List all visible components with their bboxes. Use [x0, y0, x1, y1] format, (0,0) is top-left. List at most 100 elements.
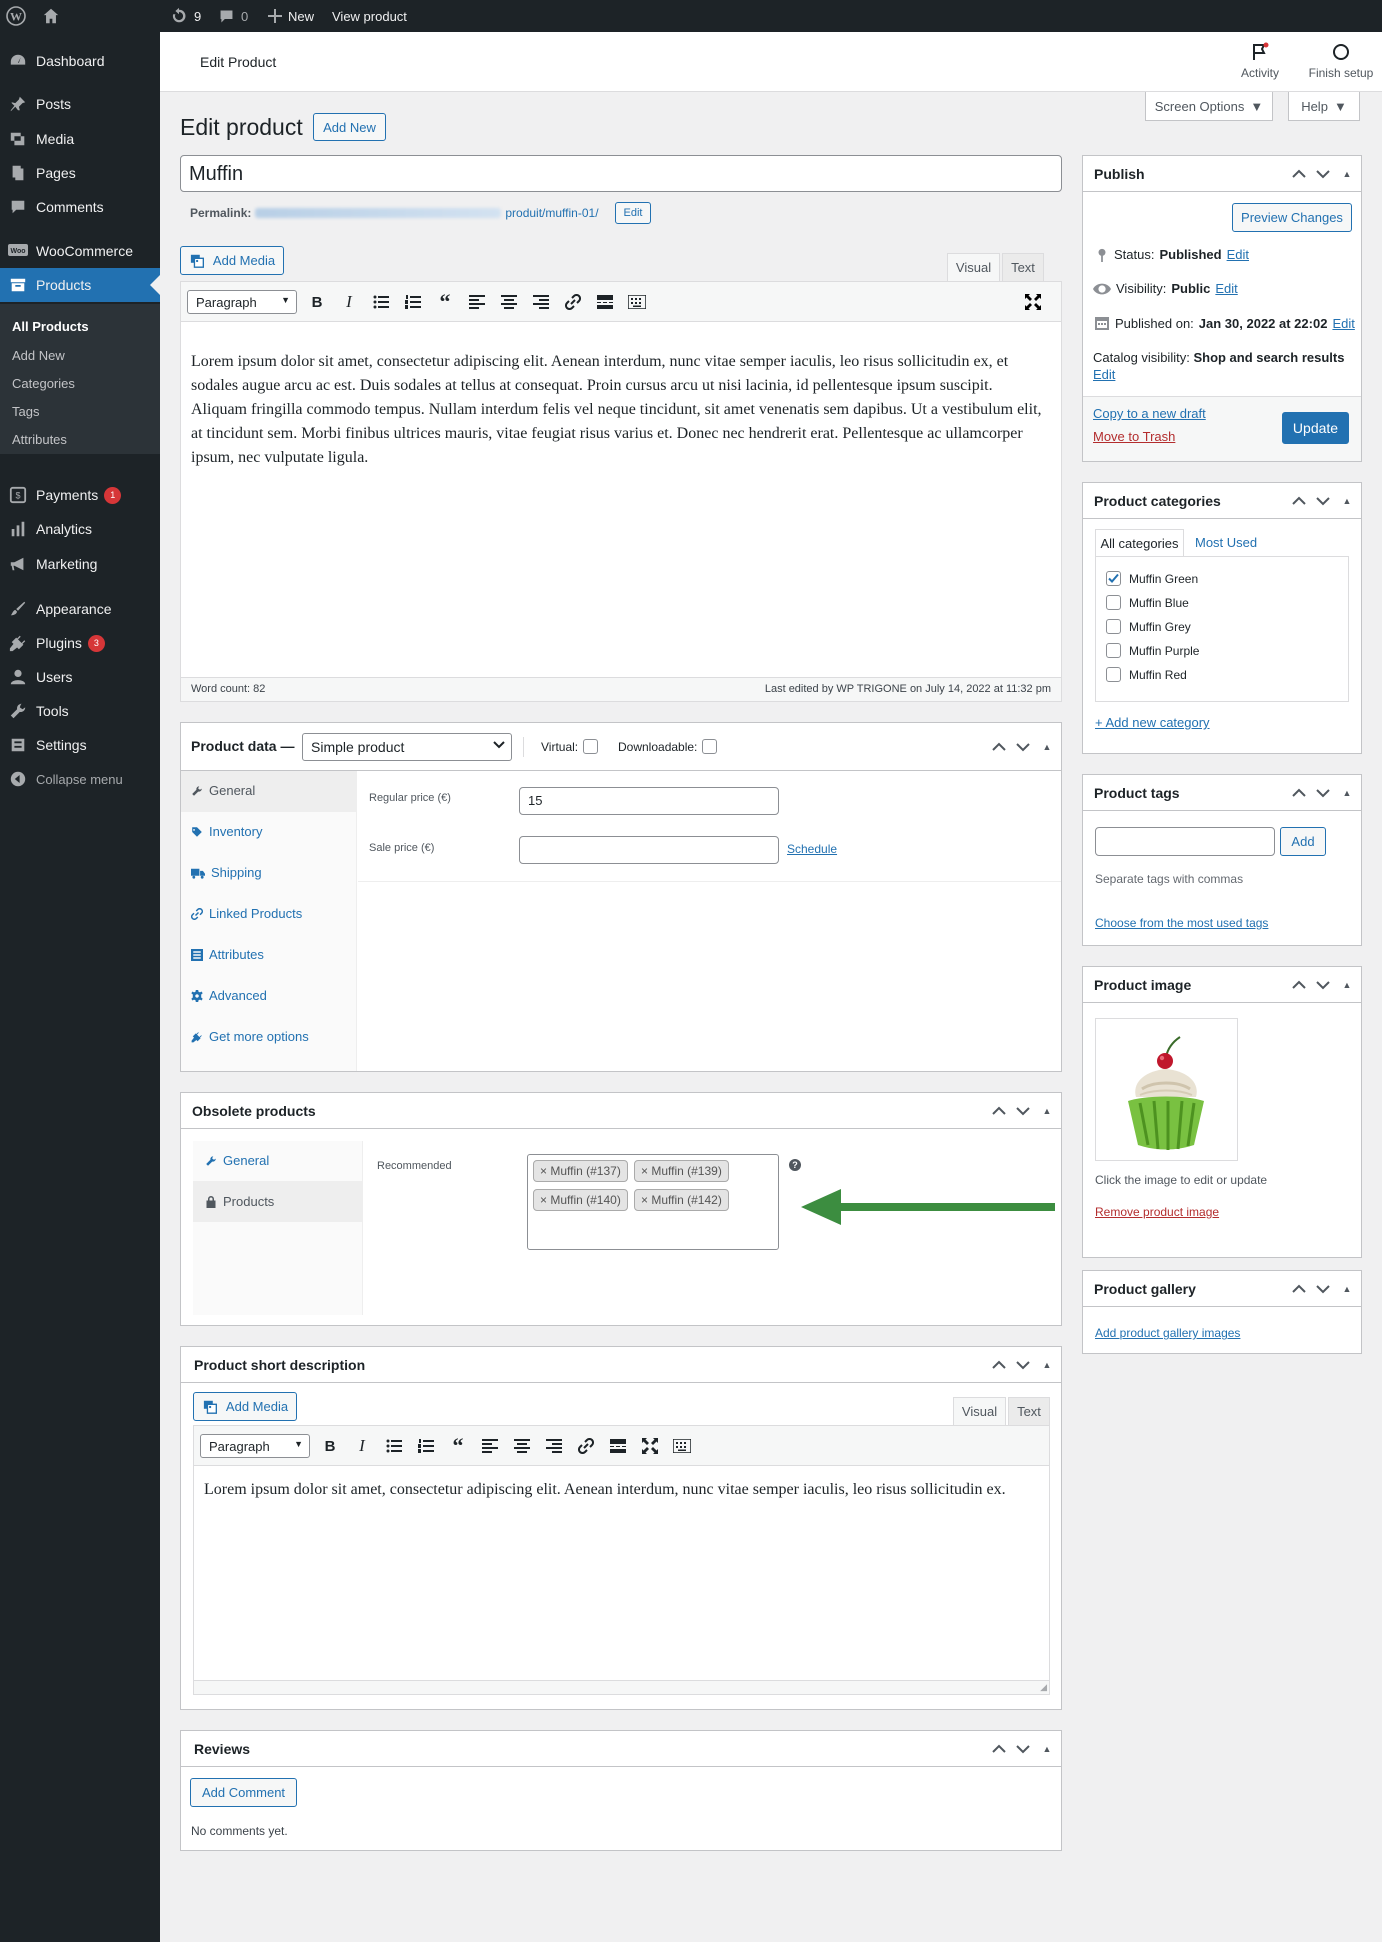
numbered-list-icon[interactable] [397, 295, 429, 309]
menu-marketing[interactable]: Marketing [0, 547, 160, 581]
bold-icon[interactable]: B [314, 1438, 346, 1455]
menu-comments[interactable]: Comments [0, 190, 160, 224]
blockquote-icon[interactable]: “ [442, 1433, 474, 1459]
add-new-category-link[interactable]: + Add new category [1095, 715, 1210, 730]
category-checkbox[interactable] [1106, 643, 1121, 658]
move-down-icon[interactable] [1315, 1284, 1331, 1294]
help-tip-icon[interactable]: ? [789, 1159, 801, 1171]
move-down-icon[interactable] [1015, 1744, 1031, 1754]
tab-shipping[interactable]: Shipping [191, 865, 262, 880]
permalink-edit-button[interactable]: Edit [615, 202, 651, 224]
update-button[interactable]: Update [1282, 412, 1349, 444]
help-button[interactable]: Help ▼ [1288, 92, 1360, 121]
selected-product-tag[interactable]: × Muffin (#142) [634, 1189, 729, 1211]
italic-icon[interactable]: I [346, 1436, 378, 1456]
menu-pages[interactable]: Pages [0, 156, 160, 190]
tab-inventory[interactable]: Inventory [191, 824, 262, 839]
edit-status-link[interactable]: Edit [1227, 247, 1249, 262]
collapse-toggle-icon[interactable]: ▲ [1039, 742, 1055, 752]
edit-catalog-link[interactable]: Edit [1093, 367, 1115, 382]
submenu-categories[interactable]: Categories [12, 376, 75, 391]
menu-payments[interactable]: $ Payments 1 [0, 478, 160, 512]
menu-analytics[interactable]: Analytics [0, 512, 160, 546]
activity-button[interactable]: Activity [1225, 42, 1295, 80]
collapse-toggle-icon[interactable]: ▲ [1339, 496, 1355, 506]
read-more-icon[interactable] [602, 1439, 634, 1453]
add-gallery-images-link[interactable]: Add product gallery images [1095, 1326, 1240, 1340]
copy-to-draft-link[interactable]: Copy to a new draft [1093, 406, 1206, 421]
move-down-icon[interactable] [1315, 788, 1331, 798]
collapse-toggle-icon[interactable]: ▲ [1339, 1284, 1355, 1294]
submenu-add-new[interactable]: Add New [12, 348, 65, 363]
new-link[interactable]: New [268, 0, 314, 32]
move-up-icon[interactable] [1291, 169, 1307, 179]
product-title-input[interactable]: Muffin [180, 155, 1062, 192]
tab-visual[interactable]: Visual [947, 253, 1000, 281]
category-checkbox[interactable] [1106, 595, 1121, 610]
menu-users[interactable]: Users [0, 660, 160, 694]
downloadable-checkbox[interactable] [702, 739, 717, 754]
selected-product-tag[interactable]: × Muffin (#137) [533, 1160, 628, 1182]
resize-handle-icon[interactable]: ◢ [1040, 1682, 1047, 1693]
comments-link[interactable]: 0 [218, 0, 248, 32]
tab-text[interactable]: Text [1002, 253, 1044, 281]
tab-attributes[interactable]: Attributes [191, 947, 264, 962]
collapse-toggle-icon[interactable]: ▲ [1039, 1360, 1055, 1370]
move-up-icon[interactable] [1291, 1284, 1307, 1294]
tag-input[interactable] [1095, 827, 1275, 856]
menu-settings[interactable]: Settings [0, 728, 160, 762]
submenu-tags[interactable]: Tags [12, 404, 39, 419]
regular-price-input[interactable]: 15 [519, 787, 779, 815]
collapse-toggle-icon[interactable]: ▲ [1039, 1744, 1055, 1754]
edit-date-link[interactable]: Edit [1332, 316, 1354, 331]
move-up-icon[interactable] [991, 742, 1007, 752]
permalink-slug-link[interactable]: produit/muffin-01/ [505, 206, 598, 220]
collapse-toggle-icon[interactable]: ▲ [1339, 169, 1355, 179]
keyboard-icon[interactable] [621, 295, 653, 309]
add-new-button[interactable]: Add New [313, 113, 386, 141]
menu-media[interactable]: Media [0, 122, 160, 156]
schedule-link[interactable]: Schedule [787, 842, 837, 856]
add-comment-button[interactable]: Add Comment [190, 1778, 297, 1807]
updates-link[interactable]: 9 [170, 0, 201, 32]
align-left-icon[interactable] [461, 295, 493, 309]
edit-visibility-link[interactable]: Edit [1215, 281, 1237, 296]
move-to-trash-link[interactable]: Move to Trash [1093, 429, 1175, 444]
category-checkbox-checked[interactable] [1106, 571, 1121, 586]
add-media-button[interactable]: Add Media [180, 246, 284, 275]
bold-icon[interactable]: B [301, 294, 333, 311]
wordpress-logo-icon[interactable]: W [6, 0, 26, 32]
category-checkbox[interactable] [1106, 619, 1121, 634]
menu-plugins[interactable]: Plugins 3 [0, 626, 160, 660]
bullet-list-icon[interactable] [365, 295, 397, 309]
link-icon[interactable] [570, 1438, 602, 1454]
move-down-icon[interactable] [1015, 1106, 1031, 1116]
align-right-icon[interactable] [525, 295, 557, 309]
editor-content[interactable]: Lorem ipsum dolor sit amet, consectetur … [191, 350, 1051, 470]
move-up-icon[interactable] [991, 1106, 1007, 1116]
blockquote-icon[interactable]: “ [429, 289, 461, 315]
collapse-toggle-icon[interactable]: ▲ [1339, 788, 1355, 798]
virtual-checkbox[interactable] [583, 739, 598, 754]
tab-general[interactable]: General [191, 783, 255, 798]
collapse-toggle-icon[interactable]: ▲ [1339, 980, 1355, 990]
move-up-icon[interactable] [991, 1360, 1007, 1370]
view-product-link[interactable]: View product [332, 0, 407, 32]
collapse-toggle-icon[interactable]: ▲ [1039, 1106, 1055, 1116]
tab-most-used[interactable]: Most Used [1195, 535, 1257, 550]
move-down-icon[interactable] [1315, 169, 1331, 179]
numbered-list-icon[interactable] [410, 1439, 442, 1453]
add-media-button[interactable]: Add Media [193, 1392, 297, 1421]
align-center-icon[interactable] [506, 1439, 538, 1453]
home-icon[interactable] [42, 0, 60, 32]
keyboard-icon[interactable] [666, 1439, 698, 1453]
link-icon[interactable] [557, 294, 589, 310]
tab-all-categories[interactable]: All categories [1095, 529, 1184, 556]
move-up-icon[interactable] [1291, 496, 1307, 506]
move-up-icon[interactable] [1291, 980, 1307, 990]
product-type-select[interactable]: Simple product [302, 733, 512, 761]
menu-woocommerce[interactable]: Woo WooCommerce [0, 234, 160, 268]
align-right-icon[interactable] [538, 1439, 570, 1453]
tab-linked-products[interactable]: Linked Products [191, 906, 302, 921]
sale-price-input[interactable] [519, 836, 779, 864]
